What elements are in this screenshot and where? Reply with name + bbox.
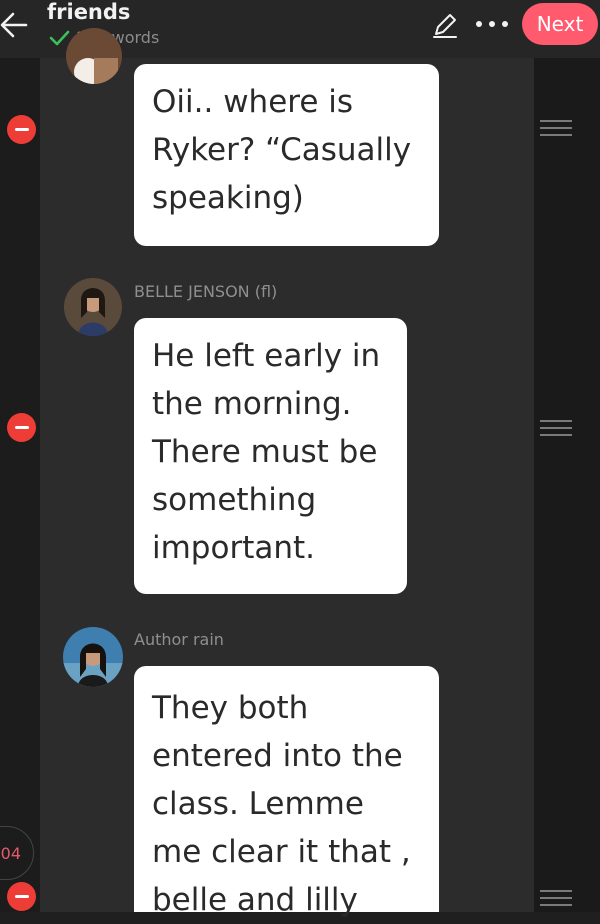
message-bubble[interactable]: Oii.. where is Ryker? “Casually speaking… [134, 64, 439, 246]
delete-message-button[interactable] [7, 115, 36, 144]
delete-message-button[interactable] [7, 882, 36, 911]
next-button[interactable]: Next [522, 3, 598, 45]
avatar [64, 278, 122, 336]
sender-name: Author rain [134, 630, 224, 649]
pencil-icon[interactable] [430, 10, 460, 40]
sender-name: BELLE JENSON (fl) [134, 282, 278, 301]
back-arrow-icon[interactable] [0, 8, 32, 42]
left-rail [0, 58, 40, 912]
avatar [66, 28, 122, 84]
message-text: He left early in the morning. There must… [152, 338, 381, 566]
drag-handle-icon[interactable] [540, 420, 572, 440]
avatar [63, 627, 123, 687]
message-bubble[interactable]: They both entered into the class. Lemme … [134, 666, 439, 918]
message-text: Oii.. where is Ryker? “Casually speaking… [152, 84, 412, 216]
message-bubble[interactable]: He left early in the morning. There must… [134, 318, 407, 594]
message-text: They both entered into the class. Lemme … [152, 690, 411, 918]
more-dots-icon[interactable] [474, 18, 510, 30]
right-rail [534, 58, 600, 912]
check-icon [49, 30, 70, 45]
drag-handle-icon[interactable] [540, 890, 572, 910]
delete-message-button[interactable] [7, 413, 36, 442]
drag-handle-icon[interactable] [540, 120, 572, 140]
story-title: friends [47, 0, 131, 24]
